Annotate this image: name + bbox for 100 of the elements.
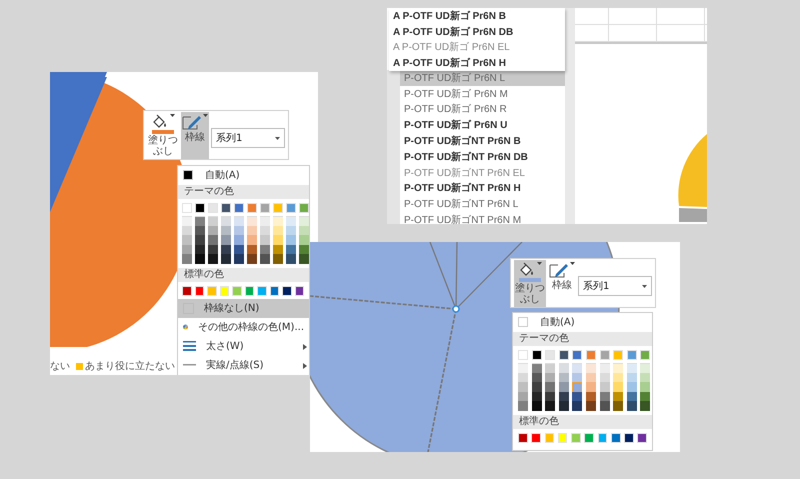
color-swatch[interactable] xyxy=(613,382,624,392)
color-swatch[interactable] xyxy=(532,372,542,382)
color-swatch[interactable] xyxy=(558,401,569,411)
color-swatch[interactable] xyxy=(545,401,556,411)
outline-button[interactable]: 枠線 xyxy=(181,112,209,159)
color-swatch[interactable] xyxy=(640,392,650,402)
color-swatch[interactable] xyxy=(195,235,205,245)
color-swatch[interactable] xyxy=(221,235,231,245)
color-swatch[interactable] xyxy=(234,226,244,236)
color-swatch[interactable] xyxy=(234,244,244,254)
color-swatch[interactable] xyxy=(558,372,569,382)
color-swatch[interactable] xyxy=(640,363,650,373)
color-swatch[interactable] xyxy=(613,392,624,402)
color-swatch[interactable] xyxy=(613,363,624,373)
color-swatch[interactable] xyxy=(532,382,542,392)
color-swatch[interactable] xyxy=(299,226,309,236)
menu-item[interactable]: 太さ(W) xyxy=(178,336,309,356)
color-swatch[interactable] xyxy=(182,226,192,236)
color-swatch[interactable] xyxy=(182,216,192,226)
color-swatch[interactable] xyxy=(640,372,650,382)
color-swatch[interactable] xyxy=(247,244,257,254)
menu-item[interactable]: その他の枠線の色(M)... xyxy=(178,318,309,337)
font-item[interactable]: P-OTF UD新ゴ Pr6N U xyxy=(400,117,565,134)
color-swatch[interactable] xyxy=(273,244,283,254)
color-swatch[interactable] xyxy=(247,235,257,245)
outline-button[interactable]: 枠線 xyxy=(548,260,576,307)
color-swatch[interactable] xyxy=(208,216,218,226)
color-swatch[interactable] xyxy=(299,216,309,226)
color-swatch[interactable] xyxy=(613,401,624,411)
color-swatch[interactable] xyxy=(273,226,283,236)
color-swatch[interactable] xyxy=(626,392,637,402)
color-swatch[interactable] xyxy=(182,254,192,264)
color-swatch[interactable] xyxy=(586,382,596,392)
color-swatch[interactable] xyxy=(640,401,650,411)
font-item[interactable]: P-OTF UD新ゴNT Pr6N DB xyxy=(400,148,565,165)
color-swatch[interactable] xyxy=(247,254,257,264)
font-item[interactable]: P-OTF UD新ゴNT Pr6N L xyxy=(400,196,565,212)
color-swatch[interactable] xyxy=(532,401,542,411)
font-item[interactable]: A P-OTF UD新ゴ Pr6N DB xyxy=(389,24,565,40)
color-swatch[interactable] xyxy=(299,254,309,264)
color-swatch[interactable] xyxy=(208,235,218,245)
color-swatch[interactable] xyxy=(260,235,270,245)
color-swatch[interactable] xyxy=(247,216,257,226)
font-item[interactable]: A P-OTF UD新ゴ Pr6N B xyxy=(389,8,565,24)
color-swatch[interactable] xyxy=(586,401,596,411)
color-swatch[interactable] xyxy=(518,363,528,373)
font-item[interactable]: A P-OTF UD新ゴ Pr6N H xyxy=(389,55,565,72)
color-swatch[interactable] xyxy=(626,363,637,373)
series-dropdown[interactable]: 系列1 xyxy=(211,128,285,148)
color-swatch[interactable] xyxy=(518,382,528,392)
color-swatch[interactable] xyxy=(208,254,218,264)
color-swatch[interactable] xyxy=(613,372,624,382)
color-swatch[interactable] xyxy=(286,244,296,254)
menu-item[interactable]: 枠線なし(N) xyxy=(178,298,309,318)
color-swatch[interactable] xyxy=(299,235,309,245)
color-swatch[interactable] xyxy=(572,392,582,402)
color-swatch[interactable] xyxy=(195,226,205,236)
color-swatch[interactable] xyxy=(195,244,205,254)
color-swatch[interactable] xyxy=(286,226,296,236)
color-swatch[interactable] xyxy=(260,244,270,254)
color-swatch[interactable] xyxy=(572,363,582,373)
color-swatch[interactable] xyxy=(558,382,569,392)
automatic-color-item[interactable]: 自動(A) xyxy=(178,166,309,183)
font-item[interactable]: P-OTF UD新ゴNT Pr6N B xyxy=(400,133,565,149)
color-swatch[interactable] xyxy=(558,392,569,402)
color-swatch[interactable] xyxy=(545,392,556,402)
font-item[interactable]: P-OTF UD新ゴNT Pr6N EL xyxy=(400,164,565,181)
color-swatch[interactable] xyxy=(626,382,637,392)
color-swatch[interactable] xyxy=(273,254,283,264)
color-swatch[interactable] xyxy=(260,216,270,226)
color-swatch[interactable] xyxy=(572,382,582,392)
color-swatch[interactable] xyxy=(208,226,218,236)
menu-item[interactable]: 実線/点線(S) xyxy=(178,356,309,375)
color-swatch[interactable] xyxy=(600,401,610,411)
color-swatch[interactable] xyxy=(586,372,596,382)
font-item[interactable]: A P-OTF UD新ゴ Pr6N EL xyxy=(389,40,565,56)
fill-button[interactable]: 塗りつぶし xyxy=(514,260,546,307)
color-swatch[interactable] xyxy=(221,254,231,264)
color-swatch[interactable] xyxy=(195,216,205,226)
color-swatch[interactable] xyxy=(518,372,528,382)
color-swatch[interactable] xyxy=(221,216,231,226)
color-swatch[interactable] xyxy=(600,372,610,382)
color-swatch[interactable] xyxy=(195,254,205,264)
color-swatch[interactable] xyxy=(234,254,244,264)
color-swatch[interactable] xyxy=(640,382,650,392)
color-swatch[interactable] xyxy=(586,392,596,402)
color-swatch[interactable] xyxy=(626,401,637,411)
color-swatch[interactable] xyxy=(572,372,582,382)
color-swatch[interactable] xyxy=(208,244,218,254)
color-swatch[interactable] xyxy=(586,363,596,373)
font-item[interactable]: P-OTF UD新ゴ Pr6N M xyxy=(400,86,565,102)
color-swatch[interactable] xyxy=(234,235,244,245)
color-swatch[interactable] xyxy=(182,235,192,245)
color-swatch[interactable] xyxy=(532,392,542,402)
series-dropdown[interactable]: 系列1 xyxy=(578,276,652,296)
color-swatch[interactable] xyxy=(260,226,270,236)
color-swatch[interactable] xyxy=(234,216,244,226)
color-swatch[interactable] xyxy=(273,216,283,226)
color-swatch[interactable] xyxy=(182,244,192,254)
color-swatch[interactable] xyxy=(600,382,610,392)
